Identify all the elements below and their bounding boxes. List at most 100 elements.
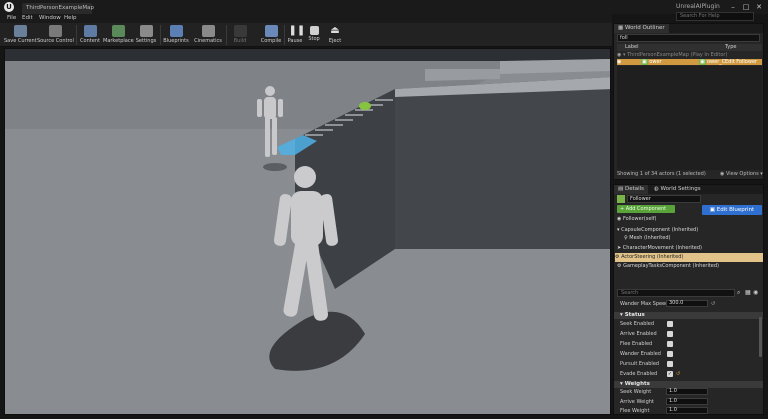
wander-max-speed-input[interactable]: 300.0 — [666, 300, 708, 307]
world-outliner-panel: ▦ World Outliner foll Label Type ◉ ▾ Thi… — [613, 23, 764, 180]
minimize-icon[interactable]: – — [728, 2, 738, 12]
actor-name-input[interactable]: Follower — [627, 195, 701, 203]
marketplace-icon — [111, 25, 125, 37]
pursuit-enabled-checkbox[interactable] — [667, 361, 673, 367]
blueprints-button[interactable]: Blueprints — [162, 23, 190, 47]
build-icon — [233, 25, 247, 37]
details-search-input[interactable]: Search — [617, 289, 735, 297]
property-row: Flee Weight 1.0 — [620, 406, 760, 416]
compile-button[interactable]: Compile — [259, 23, 283, 47]
sky-band — [5, 49, 610, 61]
property-row: Arrive Enabled — [620, 329, 760, 339]
toolbar-separator — [160, 25, 161, 45]
seek-weight-input[interactable]: 1.0 — [666, 388, 708, 395]
eye-icon[interactable]: ◉ — [617, 59, 621, 65]
marketplace-button[interactable]: Marketplace — [103, 23, 134, 47]
outliner-root-row[interactable]: ◉ ▾ ThirdPersonExampleMap (Play In Edito… — [617, 52, 762, 58]
grid-icon[interactable]: ▦ — [745, 289, 752, 297]
content-button[interactable]: Content — [78, 23, 102, 47]
component-row[interactable]: ➤ CharacterMovement (Inherited) — [617, 244, 762, 253]
label-column-header[interactable]: Label — [625, 44, 639, 51]
property-row: Wander Enabled — [620, 349, 760, 359]
app-title: UnrealAIPlugin — [676, 3, 720, 10]
details-scrollbar[interactable] — [759, 317, 762, 357]
stop-button[interactable]: Stop — [306, 23, 322, 47]
outliner-list-area — [617, 66, 762, 170]
view-options-button[interactable]: ◉ View Options ▾ — [720, 171, 763, 177]
toolbar-separator — [76, 25, 77, 45]
level-tab[interactable]: ThirdPersonExampleMap — [22, 3, 94, 14]
menu-bar — [0, 14, 612, 23]
build-button[interactable]: Build — [229, 23, 251, 47]
details-icon: ▤ — [618, 186, 625, 192]
evade-enabled-checkbox[interactable]: ✓ — [667, 371, 673, 377]
component-self-row[interactable]: ◉ Follower(self) — [617, 215, 762, 224]
component-row-selected[interactable]: ⚙ ActorSteering (Inherited) — [615, 253, 763, 262]
eye-icon[interactable]: ◉ — [617, 52, 621, 58]
arrive-weight-input[interactable]: 1.0 — [666, 398, 708, 405]
tab-world-outliner[interactable]: ▦ World Outliner — [614, 24, 669, 33]
outliner-column-header: Label Type — [617, 44, 762, 51]
save-current-button[interactable]: Save Current — [4, 23, 37, 47]
maximize-icon[interactable]: □ — [741, 2, 751, 12]
edit-follower-link[interactable]: Edit Follower — [725, 59, 757, 65]
cinematics-icon — [201, 25, 215, 37]
title-bar — [0, 0, 768, 14]
wander-enabled-checkbox[interactable] — [667, 351, 673, 357]
unreal-logo-icon: U — [4, 2, 14, 12]
outliner-search-input[interactable]: foll — [617, 34, 760, 42]
wander-max-speed-row: Wander Max Speed 300.0 ↺ — [620, 299, 716, 309]
save-icon — [13, 25, 27, 37]
ledge-step — [425, 69, 500, 81]
eject-button[interactable]: ⏏ Eject — [325, 23, 345, 47]
outliner-status: Showing 1 of 34 actors (1 selected) — [617, 171, 706, 177]
content-icon — [83, 25, 97, 37]
eye-icon[interactable]: ◉ — [753, 289, 762, 297]
viewport-scene — [5, 49, 610, 414]
component-row[interactable]: ♀ Mesh (Inherited) — [624, 234, 762, 243]
settings-icon — [139, 25, 153, 37]
block-wall — [395, 77, 610, 249]
seek-enabled-checkbox[interactable] — [667, 321, 673, 327]
edit-blueprint-button[interactable]: ▣ Edit Blueprint — [702, 205, 762, 215]
status-section-header[interactable]: ▾ Status — [614, 312, 763, 319]
search-icon[interactable]: ⌕ — [737, 289, 744, 297]
source-control-button[interactable]: Source Control — [37, 23, 74, 47]
flee-enabled-checkbox[interactable] — [667, 341, 673, 347]
property-row: Evade Enabled ✓ ↺ — [620, 369, 681, 379]
add-component-button[interactable]: + Add Component — [617, 205, 675, 213]
pause-button[interactable]: ❚❚ Pause — [286, 23, 306, 47]
cinematics-button[interactable]: Cinematics — [193, 23, 223, 47]
level-viewport[interactable] — [4, 48, 611, 415]
arrive-enabled-checkbox[interactable] — [667, 331, 673, 337]
target-sphere — [359, 102, 371, 110]
tab-details[interactable]: ▤ Details — [614, 185, 649, 194]
compile-icon — [264, 25, 278, 37]
type-column-header[interactable]: Type — [725, 44, 736, 51]
tab-world-settings[interactable]: ◍ World Settings — [650, 185, 705, 194]
menu-window[interactable]: Window — [39, 14, 61, 23]
source-control-icon — [48, 25, 62, 37]
outliner-tab-header: ▦ World Outliner — [614, 24, 763, 33]
menu-edit[interactable]: Edit — [22, 14, 33, 23]
toolbar-separator — [284, 25, 285, 45]
help-search-input[interactable]: Search For Help — [676, 12, 754, 21]
outliner-icon: ▦ — [618, 25, 625, 31]
pawn-icon: ▣ — [640, 59, 648, 65]
blueprint-type-icon: ▣ — [699, 59, 706, 65]
component-row[interactable]: ⚙ GameplayTasksComponent (Inherited) — [617, 262, 762, 271]
flee-weight-input[interactable]: 1.0 — [666, 407, 708, 414]
actor-icon — [617, 195, 625, 203]
menu-help[interactable]: Help — [64, 14, 77, 23]
outliner-selected-row[interactable]: ◉ ▣ ower ▣ ower_C Edit Follower — [617, 59, 762, 65]
toolbar-separator — [226, 25, 227, 45]
settings-button[interactable]: Settings — [134, 23, 158, 47]
reset-arrow-icon[interactable]: ↺ — [711, 299, 715, 309]
blueprints-icon — [169, 25, 183, 37]
blueprint-icon: ▣ — [709, 207, 717, 213]
property-row: Pursuit Enabled — [620, 359, 760, 369]
reset-arrow-icon[interactable]: ↺ — [676, 369, 680, 379]
menu-file[interactable]: File — [7, 14, 16, 23]
character-shadow-far — [263, 163, 287, 171]
close-icon[interactable]: ✕ — [754, 2, 764, 12]
